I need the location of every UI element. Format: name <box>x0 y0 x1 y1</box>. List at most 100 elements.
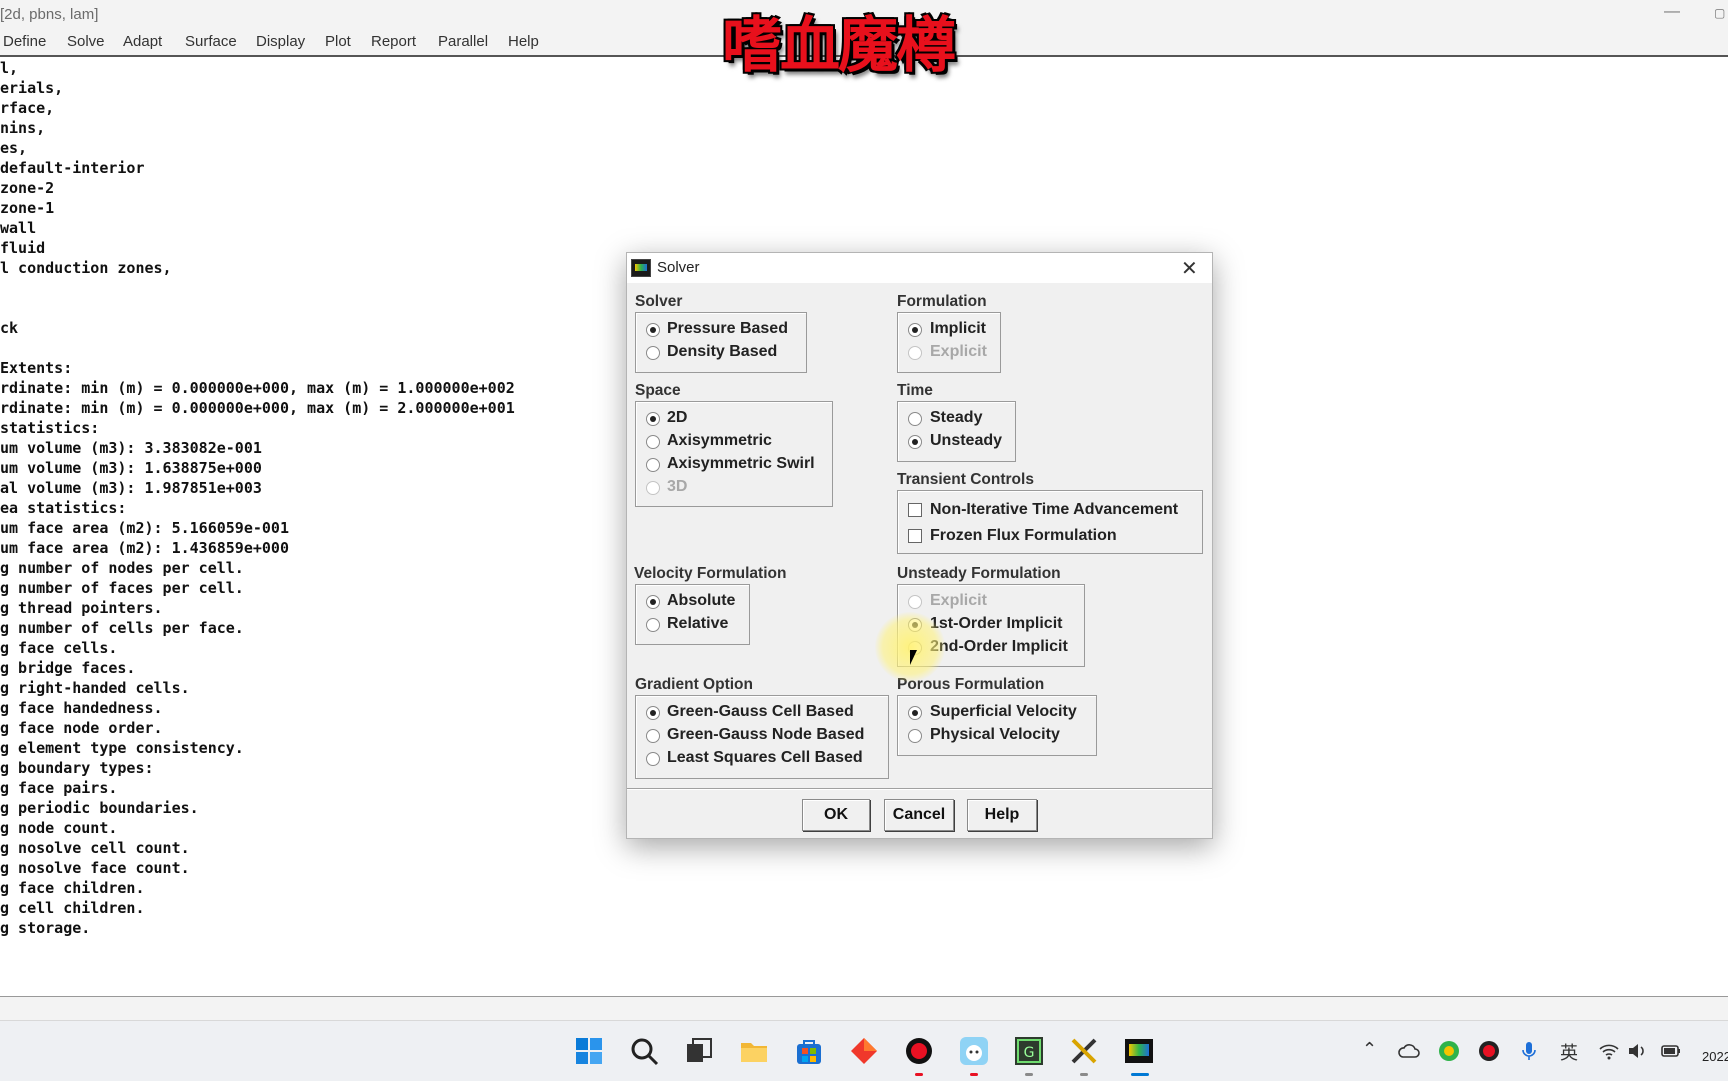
radio-superficial-velocity[interactable] <box>908 706 922 720</box>
radio-relative[interactable] <box>646 618 660 632</box>
ime-indicator[interactable]: 英 <box>1560 1039 1578 1065</box>
console-line: fluid <box>0 239 46 257</box>
green-gauss-node-label[interactable]: Green-Gauss Node Based <box>667 726 864 744</box>
time-group-label: Time <box>897 382 933 399</box>
gambit-icon[interactable]: G <box>1013 1035 1045 1067</box>
1st-order-implicit-label[interactable]: 1st-Order Implicit <box>930 615 1062 633</box>
record-icon[interactable] <box>903 1035 935 1067</box>
microphone-icon[interactable] <box>1517 1039 1541 1063</box>
minimize-icon[interactable]: — <box>1664 3 1680 21</box>
maximize-icon[interactable]: ▢ <box>1714 6 1725 20</box>
radio-green-gauss-cell[interactable] <box>646 706 660 720</box>
superficial-velocity-label[interactable]: Superficial Velocity <box>930 703 1077 721</box>
relative-label[interactable]: Relative <box>667 615 728 633</box>
dialog-title: Solver <box>657 259 700 276</box>
menu-display[interactable]: Display <box>256 33 305 50</box>
close-icon[interactable]: ✕ <box>1181 256 1198 281</box>
radio-green-gauss-node[interactable] <box>646 729 660 743</box>
wifi-icon[interactable] <box>1597 1039 1621 1063</box>
console-line: g cell children. <box>0 899 145 917</box>
battery-icon[interactable] <box>1659 1039 1683 1063</box>
physical-velocity-label[interactable]: Physical Velocity <box>930 726 1060 744</box>
solver-group-label: Solver <box>635 293 683 310</box>
store-icon[interactable] <box>793 1035 825 1067</box>
tools-icon[interactable] <box>1068 1035 1100 1067</box>
task-view-icon[interactable] <box>683 1035 715 1067</box>
mouse-cursor-icon <box>910 650 917 665</box>
density-based-label[interactable]: Density Based <box>667 343 777 361</box>
console-line: g element type consistency. <box>0 739 244 757</box>
absolute-label[interactable]: Absolute <box>667 592 735 610</box>
radio-unsteady[interactable] <box>908 435 922 449</box>
console-line: um volume (m3): 3.383082e-001 <box>0 439 262 457</box>
fluent-app-icon <box>631 259 651 277</box>
radio-2d[interactable] <box>646 412 660 426</box>
checkbox-non-iterative[interactable] <box>908 503 922 517</box>
help-button[interactable]: Help <box>967 799 1037 831</box>
checkbox-frozen-flux[interactable] <box>908 529 922 543</box>
unsteady-label[interactable]: Unsteady <box>930 432 1002 450</box>
green-gauss-cell-label[interactable]: Green-Gauss Cell Based <box>667 703 854 721</box>
implicit-label[interactable]: Implicit <box>930 320 986 338</box>
non-iterative-label[interactable]: Non-Iterative Time Advancement <box>930 501 1178 519</box>
radio-unsteady-explicit <box>908 595 922 609</box>
menu-define[interactable]: Define <box>3 33 46 50</box>
console-line: g face cells. <box>0 639 118 657</box>
explicit-label: Explicit <box>930 343 987 360</box>
ok-button[interactable]: OK <box>802 799 870 831</box>
fluent-taskbar-icon[interactable] <box>1123 1035 1155 1067</box>
menu-adapt[interactable]: Adapt <box>123 33 162 50</box>
clock[interactable]: 2022 <box>1702 1049 1728 1064</box>
solver-dialog: Solver ✕ Solver Pressure Based Density B… <box>626 252 1213 839</box>
cancel-button[interactable]: Cancel <box>884 799 954 831</box>
console-line: Extents: <box>0 359 73 377</box>
radio-pressure-based[interactable] <box>646 323 660 337</box>
radio-least-squares[interactable] <box>646 752 660 766</box>
cloud-icon[interactable] <box>1397 1039 1421 1063</box>
steady-label[interactable]: Steady <box>930 409 982 427</box>
volume-icon[interactable] <box>1625 1039 1649 1063</box>
2d-label[interactable]: 2D <box>667 409 687 427</box>
console-line: um face area (m2): 1.436859e+000 <box>0 539 289 557</box>
green-tray-icon[interactable] <box>1437 1039 1461 1063</box>
menu-surface[interactable]: Surface <box>185 33 237 50</box>
least-squares-label[interactable]: Least Squares Cell Based <box>667 749 863 767</box>
frozen-flux-label[interactable]: Frozen Flux Formulation <box>930 527 1117 545</box>
2nd-order-implicit-label[interactable]: 2nd-Order Implicit <box>930 638 1068 656</box>
menu-plot[interactable]: Plot <box>325 33 351 50</box>
search-icon[interactable] <box>628 1035 660 1067</box>
radio-axisymmetric-swirl[interactable] <box>646 458 660 472</box>
menu-help[interactable]: Help <box>508 33 539 50</box>
radio-axisymmetric[interactable] <box>646 435 660 449</box>
radio-density-based[interactable] <box>646 346 660 360</box>
console-line: g nosolve face count. <box>0 859 190 877</box>
axisymmetric-label[interactable]: Axisymmetric <box>667 432 772 450</box>
app-diamond-icon[interactable] <box>848 1035 880 1067</box>
console-line: nins, <box>0 119 46 137</box>
menu-report[interactable]: Report <box>371 33 416 50</box>
radio-steady[interactable] <box>908 412 922 426</box>
console-line: statistics: <box>0 419 100 437</box>
window-title: [2d, pbns, lam] <box>0 6 99 23</box>
radio-physical-velocity[interactable] <box>908 729 922 743</box>
pressure-based-label[interactable]: Pressure Based <box>667 320 788 338</box>
menu-solve[interactable]: Solve <box>67 33 105 50</box>
gambit-running-indicator <box>1025 1073 1033 1076</box>
radio-implicit[interactable] <box>908 323 922 337</box>
dialog-separator <box>627 788 1212 789</box>
menu-parallel[interactable]: Parallel <box>438 33 488 50</box>
chevron-up-icon[interactable]: ⌃ <box>1362 1039 1377 1060</box>
console-line: g storage. <box>0 919 91 937</box>
live-app-icon[interactable] <box>958 1035 990 1067</box>
axisymmetric-swirl-label[interactable]: Axisymmetric Swirl <box>667 455 815 473</box>
console-line: g nosolve cell count. <box>0 839 190 857</box>
console-line: rdinate: min (m) = 0.000000e+000, max (m… <box>0 399 515 417</box>
record-tray-icon[interactable] <box>1477 1039 1501 1063</box>
file-explorer-icon[interactable] <box>738 1035 770 1067</box>
windows-start-icon[interactable] <box>573 1035 605 1067</box>
dialog-titlebar[interactable]: Solver ✕ <box>627 253 1212 283</box>
velocity-formulation-label: Velocity Formulation <box>634 565 787 582</box>
console-line: wall <box>0 219 37 237</box>
console-line: g right-handed cells. <box>0 679 190 697</box>
radio-absolute[interactable] <box>646 595 660 609</box>
